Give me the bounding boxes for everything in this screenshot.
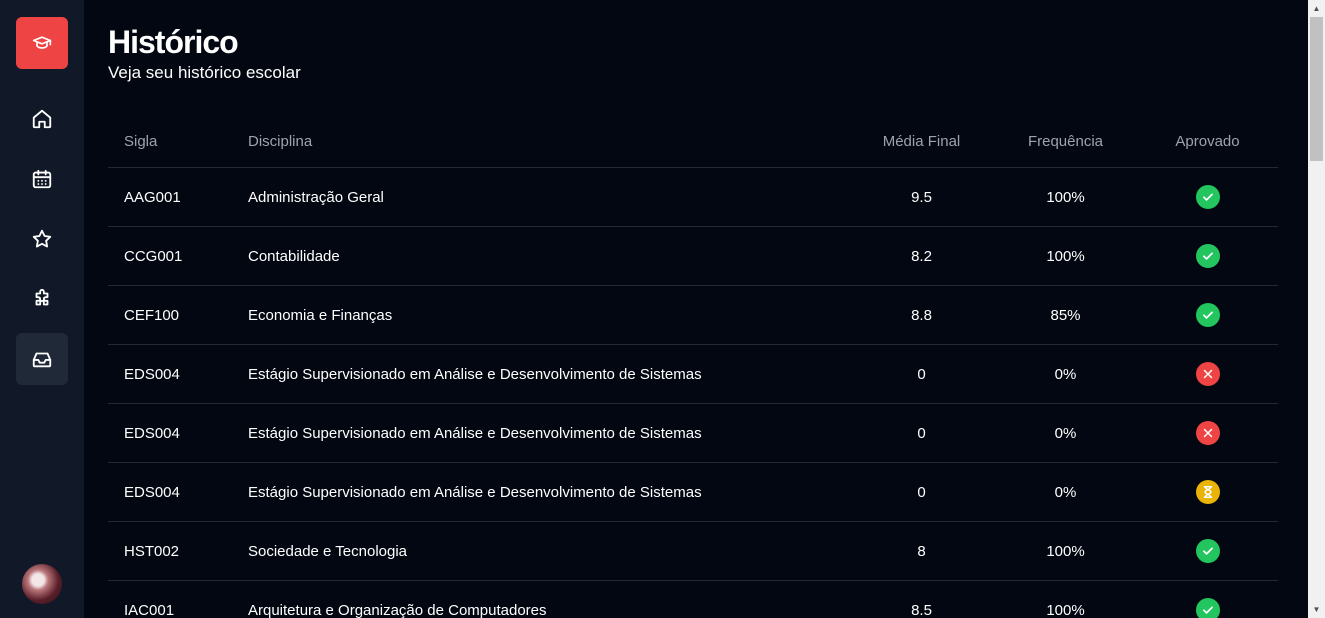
cell-media: 8.8 [849,285,994,345]
sidebar-item-favorites[interactable] [16,213,68,265]
table-row: IAC001 Arquitetura e Organização de Comp… [108,580,1278,618]
cell-sigla: IAC001 [108,580,247,618]
cell-frequencia: 100% [994,226,1137,286]
column-header-media: Média Final [849,116,994,168]
cell-media: 0 [849,403,994,463]
cell-media: 9.5 [849,167,994,227]
puzzle-icon [35,288,49,306]
cell-media: 8 [849,521,994,581]
cell-sigla: EDS004 [108,344,247,404]
cell-aprovado [1137,580,1278,618]
cell-disciplina: Administração Geral [247,167,849,227]
column-header-aprovado: Aprovado [1137,116,1278,168]
cell-frequencia: 0% [994,344,1137,404]
logo-button[interactable] [16,17,68,69]
cell-sigla: CEF100 [108,285,247,345]
sidebar-item-calendar[interactable] [16,153,68,205]
cell-sigla: HST002 [108,521,247,581]
table-row: AAG001 Administração Geral 9.5 100% [108,167,1278,227]
vertical-scrollbar[interactable]: ▲ ▼ [1308,0,1325,618]
page-subtitle: Veja seu histórico escolar [108,63,301,82]
cell-aprovado [1137,167,1278,227]
cell-aprovado [1137,462,1278,522]
cell-sigla: EDS004 [108,403,247,463]
cell-disciplina: Estágio Supervisionado em Análise e Dese… [247,403,849,463]
history-table: Sigla Disciplina Média Final Frequência … [108,116,1278,618]
cell-sigla: AAG001 [108,167,247,227]
table-row: HST002 Sociedade e Tecnologia 8 100% [108,521,1278,581]
cell-disciplina: Estágio Supervisionado em Análise e Dese… [247,462,849,522]
cell-disciplina: Estágio Supervisionado em Análise e Dese… [247,344,849,404]
cell-disciplina: Sociedade e Tecnologia [247,521,849,581]
status-x-icon [1195,421,1220,445]
star-icon [32,229,52,248]
cell-frequencia: 85% [994,285,1137,345]
cell-media: 8.5 [849,580,994,618]
table-body: AAG001 Administração Geral 9.5 100% CCG0… [108,167,1278,618]
column-header-frequencia: Frequência [994,116,1137,168]
status-check-icon [1195,244,1220,268]
main-content: Histórico Veja seu histórico escolar Sig… [84,0,1308,618]
cell-aprovado [1137,344,1278,404]
sidebar-item-extensions[interactable] [16,273,68,325]
avatar[interactable] [22,564,62,604]
cell-frequencia: 100% [994,580,1137,618]
graduation-cap-icon [32,36,52,49]
inbox-icon [32,352,52,368]
status-check-icon [1195,303,1220,327]
app: Histórico Veja seu histórico escolar Sig… [0,0,1325,618]
cell-aprovado [1137,403,1278,463]
sidebar [0,0,84,618]
cell-disciplina: Contabilidade [247,226,849,286]
table-row: EDS004 Estágio Supervisionado em Análise… [108,344,1278,404]
sidebar-item-history[interactable] [16,333,68,385]
cell-disciplina: Economia e Finanças [247,285,849,345]
cell-frequencia: 0% [994,462,1137,522]
status-check-icon [1195,598,1220,618]
column-header-disciplina: Disciplina [247,116,849,168]
cell-frequencia: 0% [994,403,1137,463]
table-header-row: Sigla Disciplina Média Final Frequência … [108,116,1278,168]
cell-aprovado [1137,521,1278,581]
scroll-down-arrow-icon[interactable]: ▼ [1308,601,1325,618]
home-icon [32,109,52,129]
cell-sigla: CCG001 [108,226,247,286]
cell-frequencia: 100% [994,521,1137,581]
calendar-icon [32,169,52,189]
table-row: CEF100 Economia e Finanças 8.8 85% [108,285,1278,345]
scroll-up-arrow-icon[interactable]: ▲ [1308,0,1325,17]
cell-media: 0 [849,462,994,522]
status-hourglass-icon [1195,480,1220,504]
cell-media: 0 [849,344,994,404]
scroll-thumb[interactable] [1310,17,1323,161]
sidebar-item-home[interactable] [16,93,68,145]
cell-sigla: EDS004 [108,462,247,522]
table-row: EDS004 Estágio Supervisionado em Análise… [108,403,1278,463]
cell-frequencia: 100% [994,167,1137,227]
cell-media: 8.2 [849,226,994,286]
table-row: EDS004 Estágio Supervisionado em Análise… [108,462,1278,522]
page-title: Histórico [108,24,239,60]
cell-aprovado [1137,226,1278,286]
status-check-icon [1195,185,1220,209]
status-check-icon [1195,539,1220,563]
column-header-sigla: Sigla [108,116,247,168]
table-row: CCG001 Contabilidade 8.2 100% [108,226,1278,286]
cell-aprovado [1137,285,1278,345]
status-x-icon [1195,362,1220,386]
cell-disciplina: Arquitetura e Organização de Computadore… [247,580,849,618]
